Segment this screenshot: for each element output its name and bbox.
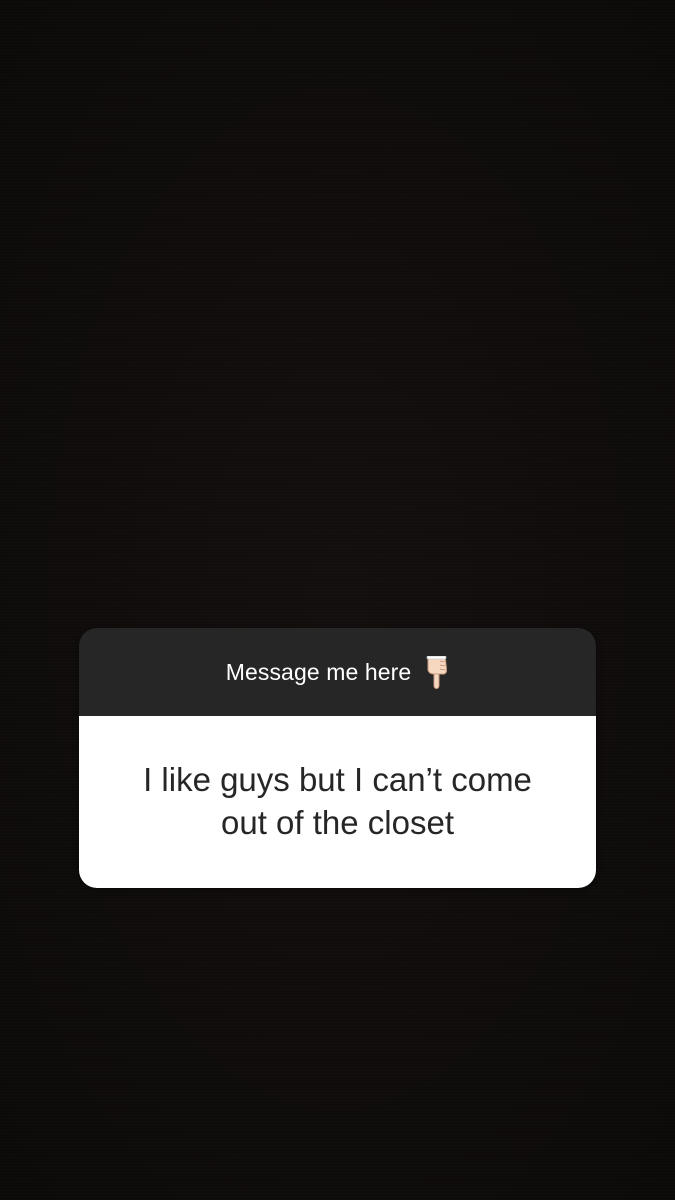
question-sticker-header: Message me here	[79, 628, 596, 716]
story-background	[0, 0, 675, 1200]
answer-text: I like guys but I can’t come out of the …	[143, 761, 532, 841]
question-sticker[interactable]: Message me here I like guys but I can’t …	[79, 628, 596, 888]
pointing-down-hand-icon	[423, 655, 449, 690]
question-sticker-body: I like guys but I can’t come out of the …	[79, 716, 596, 888]
question-sticker-title: Message me here	[225, 658, 412, 685]
